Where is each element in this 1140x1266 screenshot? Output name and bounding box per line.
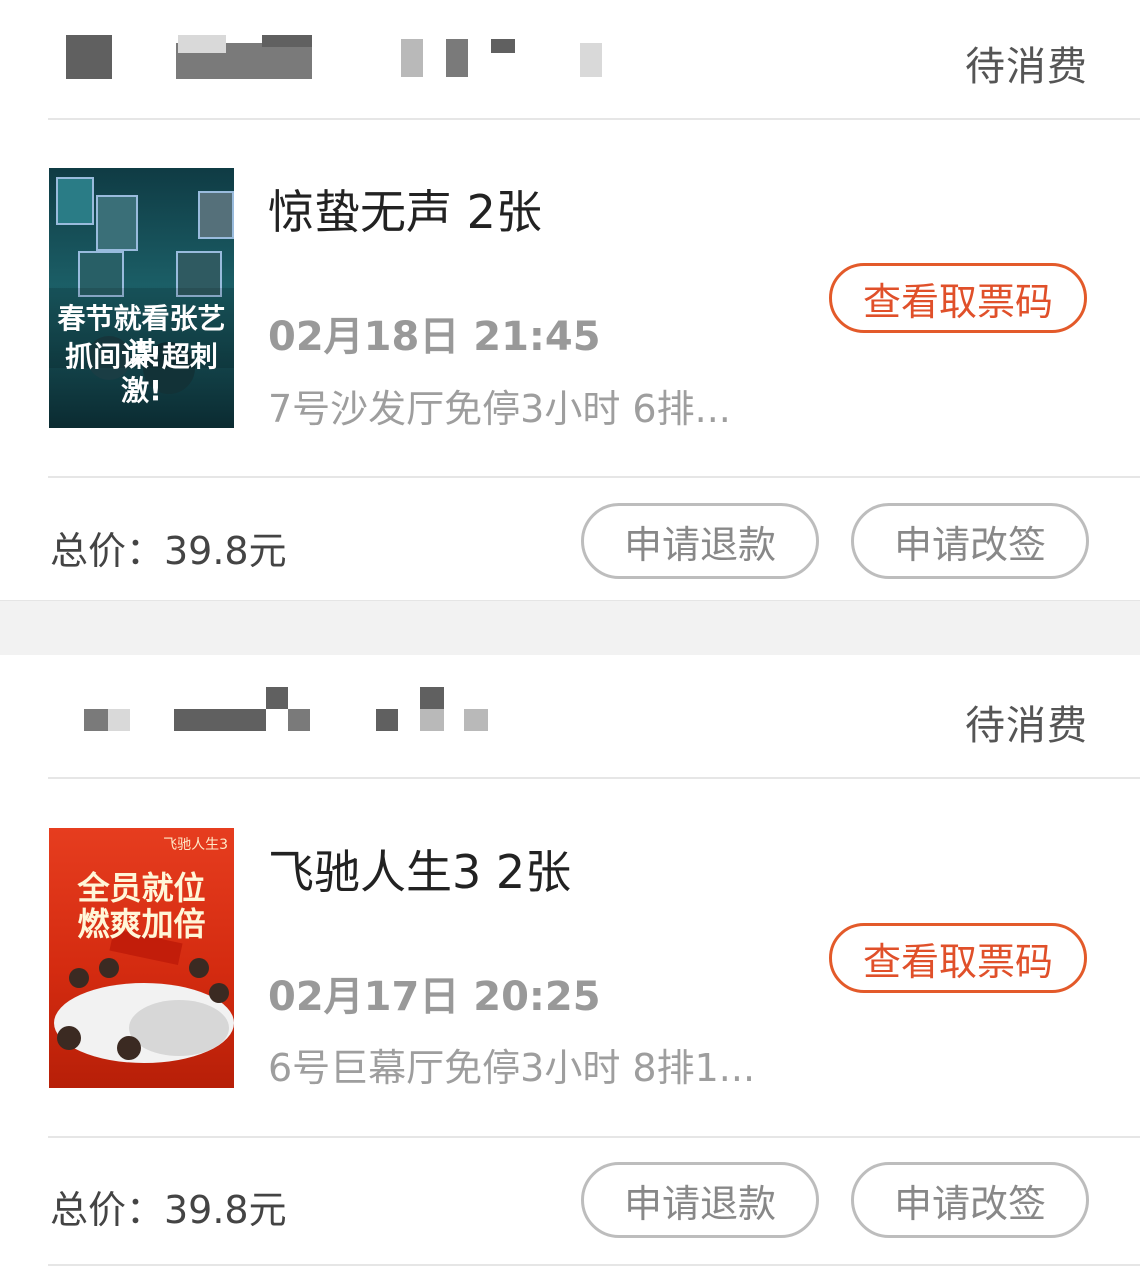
poster-corner-title: 飞驰人生3 (163, 837, 228, 853)
total-price: 总价：39.8元 (50, 529, 287, 573)
refund-button[interactable]: 申请退款 (581, 503, 819, 579)
showtime: 02月18日 21:45 (268, 314, 601, 360)
order-status: 待消费 (965, 44, 1088, 90)
refund-button[interactable]: 申请退款 (581, 1162, 819, 1238)
hall-info: 6号巨幕厅免停3小时 8排1... (268, 1046, 756, 1090)
change-ticket-button[interactable]: 申请改签 (851, 503, 1089, 579)
poster-caption-line: 燃爽加倍 (77, 905, 206, 943)
order-header: 待消费 (48, 0, 1140, 120)
card-separator (0, 600, 1140, 657)
order-header: 待消费 (48, 655, 1140, 779)
view-ticket-code-button[interactable]: 查看取票码 (829, 923, 1087, 993)
order-card[interactable]: 待消费 春节就看张艺谋 抓间谍!超刺激! 惊蛰无声 2张 02月18日 21:4… (0, 0, 1140, 600)
movie-title: 飞驰人生3 2张 (268, 845, 572, 899)
poster-caption-line: 抓间谍!超刺激! (65, 340, 218, 407)
change-ticket-button[interactable]: 申请改签 (851, 1162, 1089, 1238)
order-card[interactable]: 待消费 飞驰人生3 全员就位 燃爽加倍 飞驰人生3 2张 02月17日 20:2… (0, 655, 1140, 1266)
movie-poster[interactable]: 春节就看张艺谋 抓间谍!超刺激! (49, 168, 234, 428)
hall-info: 7号沙发厅免停3小时 6排... (268, 387, 731, 431)
cinema-name-redacted (66, 687, 626, 735)
order-status: 待消费 (965, 703, 1088, 749)
movie-poster[interactable]: 飞驰人生3 全员就位 燃爽加倍 (49, 828, 234, 1088)
cinema-name-redacted (66, 35, 626, 83)
divider (48, 476, 1140, 478)
poster-caption-line: 全员就位 (77, 869, 206, 907)
movie-title: 惊蛰无声 2张 (268, 185, 542, 239)
showtime: 02月17日 20:25 (268, 974, 601, 1020)
view-ticket-code-button[interactable]: 查看取票码 (829, 263, 1087, 333)
poster-art (54, 928, 234, 1063)
total-price: 总价：39.8元 (50, 1188, 287, 1232)
divider (48, 1136, 1140, 1138)
